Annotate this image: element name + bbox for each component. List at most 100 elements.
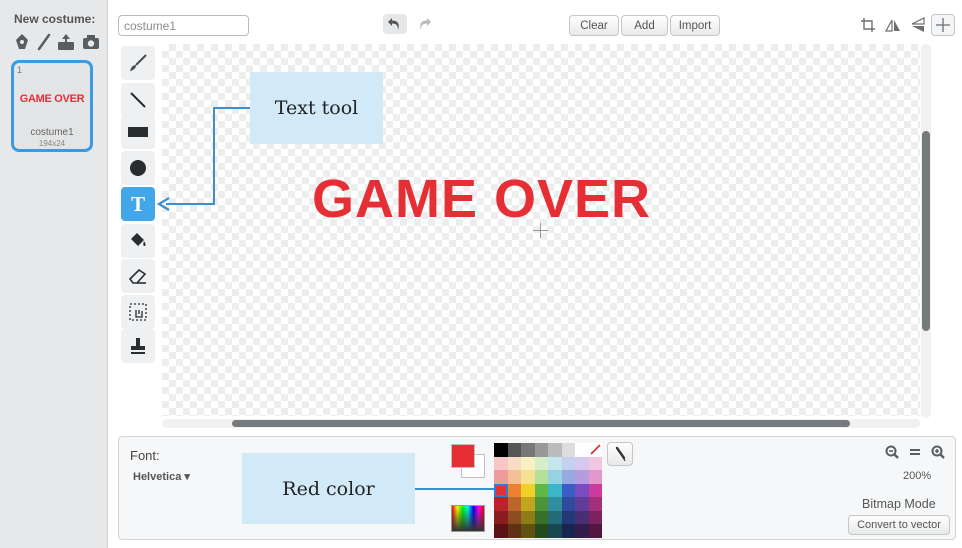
palette-swatch[interactable] (534, 443, 548, 457)
palette-swatch[interactable] (521, 443, 535, 457)
palette-swatch[interactable] (507, 497, 521, 511)
palette-swatch[interactable] (575, 510, 589, 524)
palette-swatch[interactable] (534, 470, 548, 484)
palette-swatch[interactable] (494, 497, 508, 511)
palette-swatch[interactable] (548, 456, 562, 470)
paint-new-icon[interactable] (12, 32, 32, 52)
camera-icon[interactable] (81, 32, 101, 52)
palette-swatch[interactable] (561, 497, 575, 511)
vertical-scroll-thumb[interactable] (922, 131, 930, 331)
stamp-tool[interactable] (121, 329, 155, 363)
palette-swatch[interactable] (561, 470, 575, 484)
palette-swatch[interactable] (548, 510, 562, 524)
palette-swatch[interactable] (534, 524, 548, 538)
palette-swatch[interactable] (494, 510, 508, 524)
palette-swatch[interactable] (561, 524, 575, 538)
palette-swatch[interactable] (507, 443, 521, 457)
palette-swatch[interactable] (588, 524, 602, 538)
flip-horizontal-icon[interactable] (881, 14, 905, 36)
palette-swatch[interactable] (588, 470, 602, 484)
palette-swatch[interactable] (534, 456, 548, 470)
palette-swatch[interactable] (588, 510, 602, 524)
palette-swatch[interactable] (534, 497, 548, 511)
palette-swatch[interactable] (561, 510, 575, 524)
palette-swatch[interactable] (507, 524, 521, 538)
paintbrush-icon[interactable] (34, 32, 54, 52)
zoom-in-icon (931, 445, 945, 459)
flip-vertical-icon[interactable] (906, 14, 930, 36)
import-button[interactable]: Import (670, 15, 720, 36)
horizontal-scroll-thumb[interactable] (232, 420, 850, 427)
new-costume-label: New costume: (14, 12, 96, 26)
palette-swatch[interactable] (507, 456, 521, 470)
clear-button[interactable]: Clear (569, 15, 619, 36)
font-select[interactable]: Helvetica ▾ (133, 470, 190, 483)
zoom-reset-button[interactable] (906, 443, 924, 461)
palette-swatch[interactable] (494, 443, 508, 457)
palette-swatch[interactable] (548, 470, 562, 484)
palette-swatch[interactable] (548, 443, 562, 457)
zoom-out-button[interactable] (883, 443, 901, 461)
text-tool-callout: Text tool (250, 72, 383, 144)
palette-swatch[interactable] (588, 497, 602, 511)
line-icon (130, 92, 146, 108)
palette-swatch[interactable] (575, 470, 589, 484)
palette-swatch[interactable] (507, 470, 521, 484)
palette-swatch[interactable] (561, 456, 575, 470)
palette-swatch[interactable] (548, 497, 562, 511)
palette-swatch[interactable] (575, 497, 589, 511)
zoom-out-icon (885, 445, 899, 459)
palette-swatch[interactable] (507, 483, 521, 497)
palette-swatch[interactable] (507, 510, 521, 524)
palette-swatch[interactable] (521, 510, 535, 524)
add-button[interactable]: Add (621, 15, 668, 36)
palette-swatch[interactable] (494, 483, 508, 497)
eyedropper-button[interactable] (607, 442, 633, 466)
rectangle-tool[interactable] (121, 115, 155, 149)
palette-swatch[interactable] (494, 456, 508, 470)
palette-swatch[interactable] (575, 456, 589, 470)
palette-swatch[interactable] (534, 510, 548, 524)
line-tool[interactable] (121, 83, 155, 117)
fill-tool[interactable] (121, 224, 155, 258)
costume-thumbnail[interactable]: 1 GAME OVER costume1 194x24 (11, 60, 93, 152)
palette-swatch[interactable] (575, 443, 589, 457)
primary-color-swatch[interactable] (451, 444, 475, 468)
palette-swatch[interactable] (561, 443, 575, 457)
set-center-icon[interactable] (931, 14, 955, 36)
canvas-text[interactable]: GAME OVER (312, 168, 651, 230)
no-color-swatch[interactable] (588, 443, 602, 457)
stamp-icon (131, 338, 145, 354)
zoom-in-button[interactable] (929, 443, 947, 461)
eyedropper-icon (615, 446, 626, 462)
palette-swatch[interactable] (588, 456, 602, 470)
color-spectrum-picker[interactable] (451, 505, 485, 532)
palette-swatch[interactable] (521, 497, 535, 511)
palette-swatch[interactable] (588, 483, 602, 497)
palette-swatch[interactable] (561, 483, 575, 497)
palette-swatch[interactable] (521, 456, 535, 470)
redo-button[interactable] (412, 14, 436, 34)
eraser-tool[interactable] (121, 259, 155, 293)
editor-mode-label: Bitmap Mode (862, 497, 936, 511)
palette-swatch[interactable] (575, 524, 589, 538)
palette-swatch[interactable] (521, 483, 535, 497)
palette-swatch[interactable] (575, 483, 589, 497)
palette-swatch[interactable] (534, 483, 548, 497)
undo-button[interactable] (383, 14, 407, 34)
crop-icon[interactable] (856, 14, 880, 36)
palette-swatch[interactable] (494, 524, 508, 538)
select-tool[interactable] (121, 295, 155, 329)
palette-swatch[interactable] (548, 483, 562, 497)
palette-swatch[interactable] (494, 470, 508, 484)
upload-icon[interactable] (56, 32, 76, 52)
palette-swatch[interactable] (548, 524, 562, 538)
convert-to-vector-button[interactable]: Convert to vector (848, 515, 950, 535)
font-label: Font: (130, 448, 160, 463)
costume-name-input[interactable] (118, 15, 249, 36)
palette-swatch[interactable] (521, 524, 535, 538)
palette-swatch[interactable] (521, 470, 535, 484)
ellipse-tool[interactable] (121, 151, 155, 185)
brush-tool[interactable] (121, 46, 155, 80)
text-tool[interactable]: T (121, 187, 155, 221)
